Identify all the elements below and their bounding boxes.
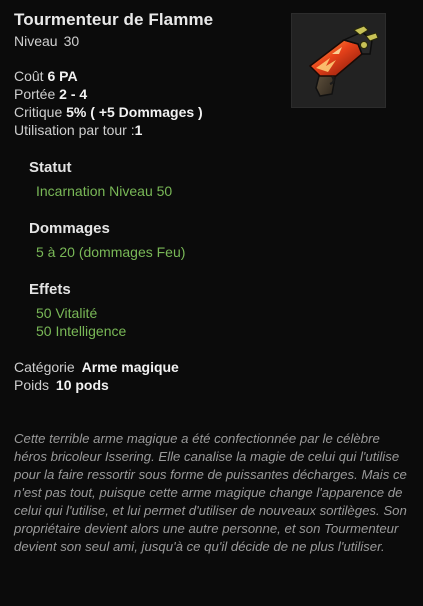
cost-row: Coût 6 PA [14,68,78,84]
status-line: Incarnation Niveau 50 [36,183,173,199]
category-row: Catégorie Arme magique [14,359,179,375]
effect-line: 50 Vitalité [36,305,98,321]
level-value: 30 [63,33,80,49]
range-value: 2 - 4 [59,86,88,102]
flame-pistol-icon [308,25,379,97]
critical-value: 5% ( +5 Dommages ) [66,104,203,120]
effects-heading: Effets [29,281,71,298]
uses-per-turn-value: 1 [134,122,143,138]
effect-line: 50 Intelligence [36,323,127,339]
uses-per-turn-label: Utilisation par tour : [14,122,135,138]
weight-row: Poids 10 pods [14,377,109,393]
level-label: Niveau [14,33,58,49]
category-value: Arme magique [81,359,179,375]
weight-label: Poids [14,377,50,393]
uses-per-turn-row: Utilisation par tour :1 [14,122,142,138]
item-icon-frame [291,13,386,108]
critical-row: Critique 5% ( +5 Dommages ) [14,104,203,120]
item-name: Tourmenteur de Flamme [14,10,214,29]
range-label: Portée [14,86,56,102]
weight-value: 10 pods [55,377,109,393]
status-heading: Statut [29,159,72,176]
category-label: Catégorie [14,359,75,375]
item-level: Niveau 30 [14,33,79,49]
cost-label: Coût [14,68,44,84]
critical-label: Critique [14,104,63,120]
cost-value: 6 PA [47,68,78,84]
damage-line: 5 à 20 (dommages Feu) [36,244,186,260]
damage-heading: Dommages [29,220,110,237]
item-tooltip-panel: Tourmenteur de Flamme Niveau 30 Coût 6 P… [0,0,423,606]
item-description: Cette terrible arme magique a été confec… [14,431,407,554]
range-row: Portée 2 - 4 [14,86,87,102]
